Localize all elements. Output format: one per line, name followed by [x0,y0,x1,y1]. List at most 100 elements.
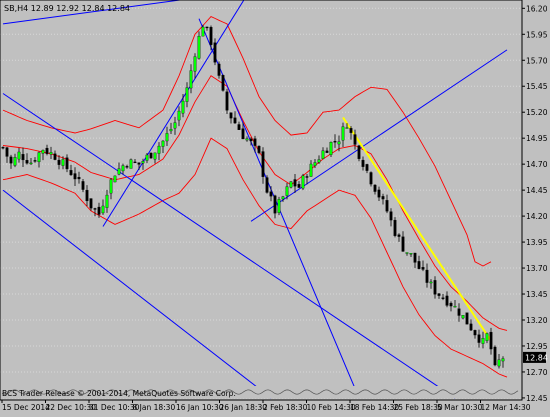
candle-body [201,26,205,37]
candle-body [377,189,381,198]
symbol-header: SB,H4 12.89 12.92 12.84 12.84 [4,4,130,13]
candle-body [105,194,109,208]
candle-body [157,145,161,154]
candle [277,196,281,216]
price-badge-label: 12.84 [525,353,548,362]
candle-body [493,346,497,366]
candle-body [1,147,5,149]
candle-body [297,184,301,188]
candle-body [233,117,237,124]
candlestick-chart[interactable]: BCS Trader Release © 2001-2014, MetaQuot… [0,0,550,413]
candle-body [37,152,41,163]
candle [113,175,117,183]
x-tick-label: 18 Feb 14:30 [350,403,399,412]
candle-body [185,87,189,102]
candle-body [361,159,365,167]
candle-body [237,124,241,130]
candle-body [453,305,457,308]
candle-body [9,156,13,164]
candle-body [245,138,249,141]
candle-body [137,162,141,165]
candle-body [121,165,125,172]
candle-body [189,70,193,89]
candle-body [277,199,281,213]
candle-body [209,26,213,45]
candle-body [149,152,153,159]
candle-body [213,42,217,63]
y-tick-label: 14.70 [526,160,548,169]
candle-body [477,334,481,343]
candle [301,173,305,191]
x-tick-label: 2 Feb 18:30 [263,403,308,412]
candle-body [89,198,93,209]
candle-body [313,162,317,166]
candle-body [417,261,421,269]
candle-body [329,141,333,155]
y-tick-label: 15.20 [526,108,548,117]
candle-body [413,252,417,263]
candle-body [429,281,433,284]
candle-body [337,141,341,145]
candle-body [141,161,145,164]
candle-body [177,110,181,121]
candle-body [41,149,45,154]
candle [393,217,397,238]
candle-body [421,267,425,270]
candle-body [349,128,353,133]
candle-body [29,162,33,165]
candle-body [69,170,73,176]
candle-body [145,154,149,161]
candle [357,144,361,162]
y-tick-label: 13.95 [526,238,548,247]
candle [465,312,469,325]
y-tick-label: 14.45 [526,186,548,195]
candle-body [253,138,257,146]
candle-body [397,234,401,237]
candle-body [281,196,285,200]
candle-body [405,252,409,254]
y-tick-label: 15.95 [526,30,548,39]
y-tick-label: 15.45 [526,82,548,91]
candle [149,152,153,159]
y-tick-label: 13.20 [526,316,548,325]
candle-body [229,112,233,119]
candle-body [49,152,53,155]
candle-body [33,160,37,162]
candle-body [445,295,449,306]
candle-body [317,159,321,163]
candle-body [345,127,349,129]
candle-body [117,168,121,175]
candle-body [85,189,89,202]
candle-body [269,191,273,197]
candle-body [53,153,57,160]
candle-body [129,159,133,169]
y-tick-label: 13.70 [526,264,548,273]
x-tick-label: 15 Dec 2014 [2,403,50,412]
candle-body [113,175,117,183]
candle-body [169,129,173,132]
candle-body [373,184,377,192]
x-tick-label: 25 Feb 18:30 [394,403,443,412]
watermark-text: BCS Trader Release © 2001-2014, MetaQuot… [2,389,236,398]
candle-body [93,208,97,210]
candle-body [153,152,157,160]
candle-body [17,151,21,160]
candle-body [61,159,65,166]
candle [129,158,133,169]
candle-body [461,315,465,319]
candle-body [333,141,337,143]
candle-body [257,145,261,153]
candle [369,171,373,187]
candle-body [473,330,477,336]
candle-body [305,176,309,178]
candle-body [501,358,505,362]
candle-body [369,172,373,185]
candle-body [437,293,441,296]
candle-body [197,36,201,59]
candle-body [301,175,305,189]
chart-window: BCS Trader Release © 2001-2014, MetaQuot… [0,0,550,413]
candle-body [109,179,113,194]
candle-body [425,269,429,283]
candle-body [385,200,389,212]
y-tick-label: 13.45 [526,290,548,299]
